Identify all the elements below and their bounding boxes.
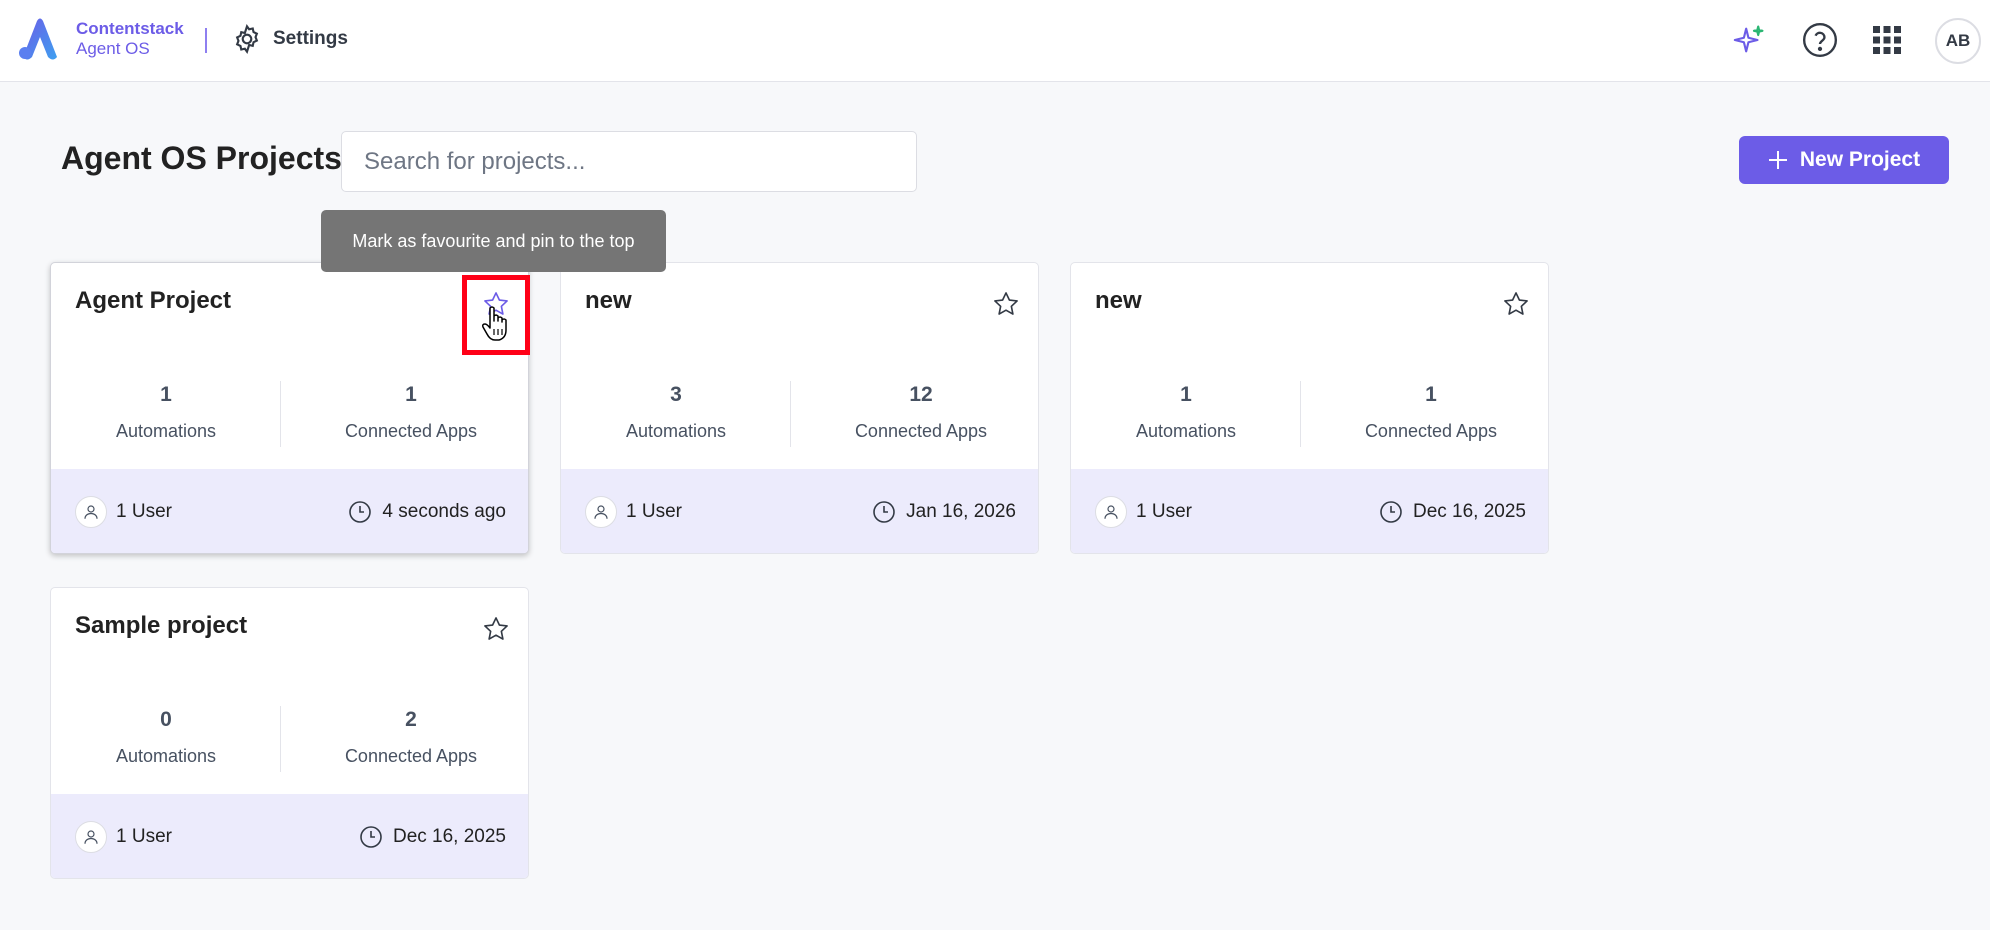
contentstack-logo-icon[interactable] <box>17 17 63 63</box>
updated-time: Dec 16, 2025 <box>1379 500 1526 524</box>
card-footer: 1 User Dec 16, 2025 <box>51 794 528 878</box>
user-icon <box>75 821 107 853</box>
automations-count: 3 <box>670 383 682 406</box>
apps-grid-icon <box>1873 26 1901 54</box>
stat-divider <box>280 706 281 772</box>
page-title: Agent OS Projects <box>61 140 342 176</box>
user-icon <box>1095 496 1127 528</box>
connected-apps-count: 12 <box>909 383 933 406</box>
search-input[interactable] <box>341 131 917 192</box>
automations-count: 1 <box>160 383 172 406</box>
updated-label: 4 seconds ago <box>382 501 506 522</box>
connected-apps-count: 1 <box>1425 383 1437 406</box>
clock-icon <box>349 501 372 523</box>
automations-label: Automations <box>115 746 217 766</box>
connected-apps-count: 2 <box>405 708 417 731</box>
project-name: new <box>585 287 632 314</box>
project-card[interactable]: new 1 Automations 1 Connected Apps 1 Use… <box>1070 262 1549 554</box>
ai-assistant-button[interactable] <box>1730 21 1768 59</box>
connected-apps-stat: 1 Connected Apps <box>296 383 526 442</box>
help-button[interactable] <box>1801 21 1839 59</box>
clock-icon <box>1380 501 1402 523</box>
brand: Contentstack Agent OS <box>76 19 184 59</box>
star-icon <box>1504 292 1528 315</box>
connected-apps-label: Connected Apps <box>344 746 478 766</box>
updated-time: Jan 16, 2026 <box>872 500 1016 524</box>
stat-divider <box>790 381 791 447</box>
header-divider <box>205 28 207 53</box>
project-name: new <box>1095 287 1142 314</box>
connected-apps-label: Connected Apps <box>344 421 478 441</box>
updated-label: Dec 16, 2025 <box>1412 501 1526 522</box>
star-icon <box>484 617 508 640</box>
settings-link[interactable]: Settings <box>231 23 348 55</box>
project-name: Sample project <box>75 612 248 639</box>
project-card[interactable]: Sample project 0 Automations 2 Connected… <box>50 587 529 879</box>
gear-icon <box>235 24 259 54</box>
project-card[interactable]: new 3 Automations 12 Connected Apps 1 Us… <box>560 262 1039 554</box>
user-count: 1 User <box>626 501 682 522</box>
card-footer: 1 User Jan 16, 2026 <box>561 469 1038 553</box>
sparkles-icon <box>1733 25 1764 53</box>
clock-icon <box>360 826 382 848</box>
brand-name: Contentstack <box>76 19 184 38</box>
updated-label: Jan 16, 2026 <box>906 501 1016 522</box>
updated-time: 4 seconds ago <box>348 500 506 524</box>
connected-apps-stat: 2 Connected Apps <box>296 708 526 767</box>
automations-label: Automations <box>625 421 727 441</box>
favourite-button[interactable] <box>1501 289 1531 319</box>
user-avatar[interactable]: AB <box>1935 18 1981 64</box>
card-footer: 1 User Dec 16, 2025 <box>1071 469 1548 553</box>
updated-label: Dec 16, 2025 <box>392 826 506 847</box>
settings-label: Settings <box>273 28 348 49</box>
automations-stat: 3 Automations <box>561 383 791 442</box>
automations-stat: 1 Automations <box>51 383 281 442</box>
plus-icon <box>1768 151 1787 169</box>
clock-icon <box>873 501 895 523</box>
new-project-label: New Project <box>1799 148 1921 171</box>
brand-subtitle: Agent OS <box>76 39 150 58</box>
connected-apps-count: 1 <box>405 383 417 406</box>
apps-menu-button[interactable] <box>1868 21 1906 59</box>
updated-time: Dec 16, 2025 <box>359 825 506 849</box>
new-project-button[interactable]: New Project <box>1739 136 1949 184</box>
stat-divider <box>1300 381 1301 447</box>
favourite-tooltip: Mark as favourite and pin to the top <box>321 210 666 272</box>
favourite-button[interactable] <box>991 289 1021 319</box>
connected-apps-stat: 1 Connected Apps <box>1316 383 1546 442</box>
user-count: 1 User <box>1136 501 1192 522</box>
favourite-button[interactable] <box>481 614 511 644</box>
automations-count: 1 <box>1180 383 1192 406</box>
hand-cursor-icon <box>482 306 507 341</box>
automations-label: Automations <box>115 421 217 441</box>
user-icon <box>75 496 107 528</box>
automations-stat: 1 Automations <box>1071 383 1301 442</box>
automations-label: Automations <box>1135 421 1237 441</box>
connected-apps-stat: 12 Connected Apps <box>806 383 1036 442</box>
connected-apps-label: Connected Apps <box>1364 421 1498 441</box>
user-icon <box>585 496 617 528</box>
star-icon <box>994 292 1018 315</box>
user-count: 1 User <box>116 501 172 522</box>
help-circle-icon <box>1802 22 1838 58</box>
automations-stat: 0 Automations <box>51 708 281 767</box>
user-count: 1 User <box>116 826 172 847</box>
stat-divider <box>280 381 281 447</box>
top-bar: Contentstack Agent OS Settings AB <box>0 0 1990 82</box>
connected-apps-label: Connected Apps <box>854 421 988 441</box>
automations-count: 0 <box>160 708 172 731</box>
project-name: Agent Project <box>75 287 232 314</box>
card-footer: 1 User 4 seconds ago <box>51 469 528 553</box>
project-card[interactable]: Agent Project 1 Automations 1 Connected … <box>50 262 529 554</box>
